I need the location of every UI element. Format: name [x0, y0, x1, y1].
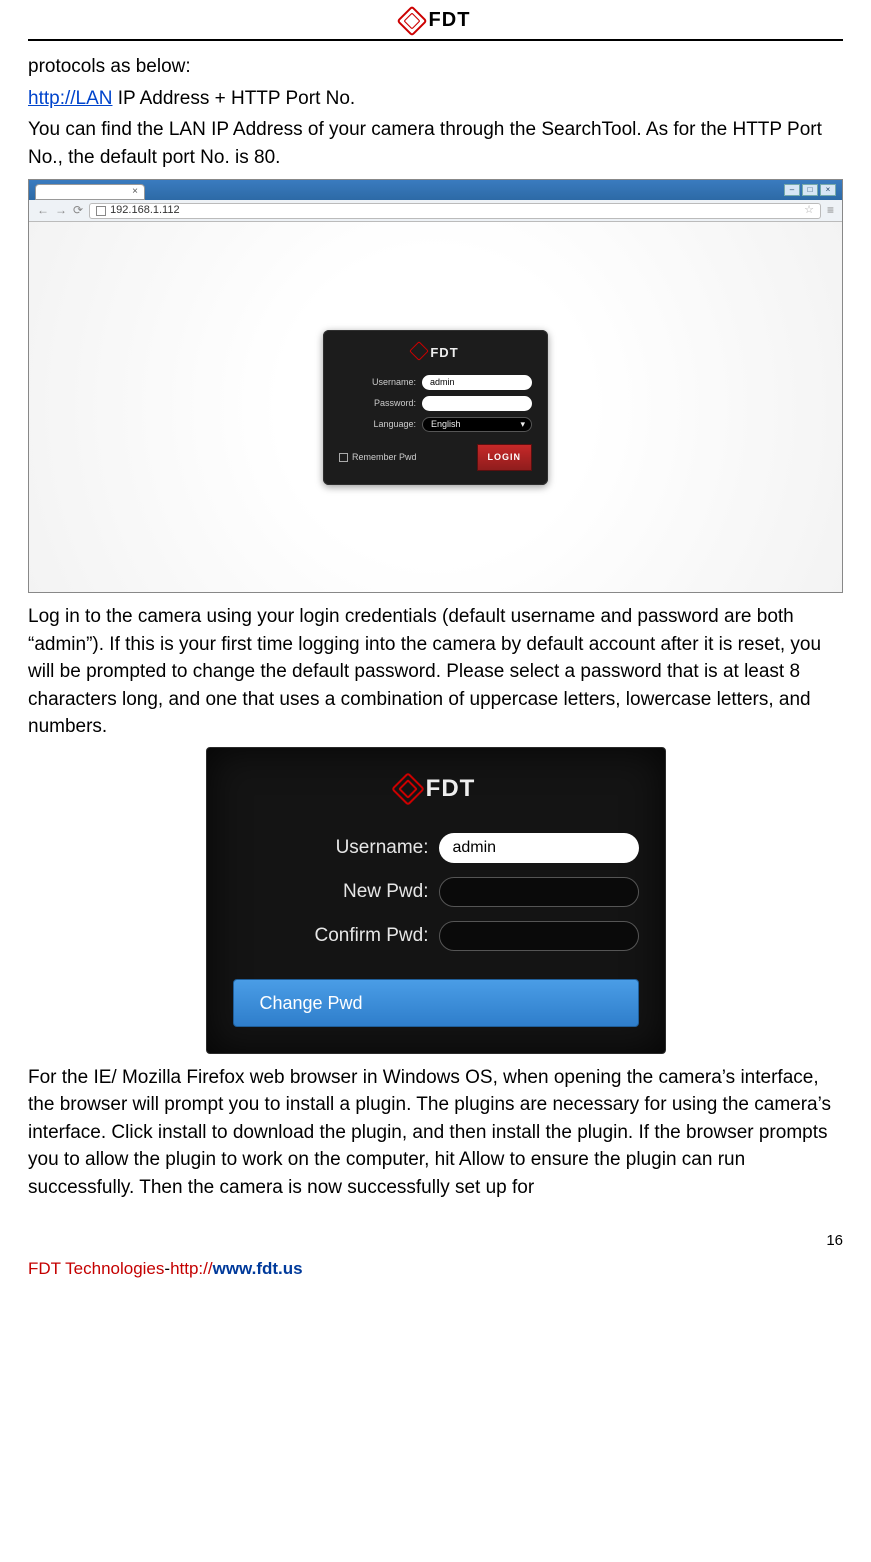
menu-icon[interactable]: ≡: [827, 202, 834, 219]
cp-username-value: admin: [453, 836, 497, 859]
paragraph: For the IE/ Mozilla Firefox web browser …: [28, 1064, 843, 1202]
paragraph: Log in to the camera using your login cr…: [28, 603, 843, 741]
address-bar: ← → ⟳ 192.168.1.112 ☆ ≡: [29, 200, 842, 222]
browser-screenshot: × – □ × ← → ⟳ 192.168.1.112 ☆ ≡ FDT: [28, 179, 843, 593]
close-icon[interactable]: ×: [820, 184, 836, 196]
login-button[interactable]: LOGIN: [477, 444, 533, 471]
brand-text: FDT: [429, 6, 471, 35]
footer-text: FDT Technologies-http://www.fdt.us: [28, 1257, 843, 1282]
paragraph: You can find the LAN IP Address of your …: [28, 116, 843, 171]
page-header: FDT: [28, 0, 843, 41]
url-field[interactable]: 192.168.1.112 ☆: [89, 203, 821, 219]
browser-viewport: FDT Username: admin Password: Language: …: [29, 222, 842, 592]
remember-pwd[interactable]: Remember Pwd: [339, 451, 417, 464]
username-label: Username:: [372, 376, 416, 389]
username-value: admin: [430, 376, 455, 389]
username-input[interactable]: admin: [422, 375, 532, 390]
cp-username-label: Username:: [336, 834, 429, 862]
url-text: 192.168.1.112: [110, 203, 180, 219]
minimize-icon[interactable]: –: [784, 184, 800, 196]
maximize-icon[interactable]: □: [802, 184, 818, 196]
browser-tabbar: × – □ ×: [29, 180, 842, 200]
back-icon[interactable]: ←: [37, 202, 49, 219]
footer-url-proto: http://: [170, 1259, 213, 1278]
lan-link[interactable]: http://LAN: [28, 88, 113, 109]
cp-newpwd-label: New Pwd:: [343, 878, 429, 906]
checkbox-icon[interactable]: [339, 453, 348, 462]
footer-company: FDT Technologies: [28, 1259, 164, 1278]
cp-confirm-label: Confirm Pwd:: [314, 922, 428, 950]
page-number: 16: [28, 1230, 843, 1252]
changepwd-panel: FDT Username: admin New Pwd: Confirm Pwd…: [206, 747, 666, 1054]
reload-icon[interactable]: ⟳: [73, 202, 83, 219]
forward-icon[interactable]: →: [55, 202, 67, 219]
language-select[interactable]: English: [422, 417, 532, 432]
fdt-logo-icon: [396, 5, 427, 36]
browser-tab[interactable]: ×: [35, 184, 145, 200]
fdt-logo-icon: [409, 341, 429, 361]
change-pwd-button[interactable]: Change Pwd: [233, 979, 639, 1027]
text: IP Address + HTTP Port No.: [113, 88, 356, 109]
fdt-logo: FDT: [401, 6, 471, 35]
fdt-logo-icon: [391, 772, 425, 806]
cp-username-input[interactable]: admin: [439, 833, 639, 863]
cp-confirm-input[interactable]: [439, 921, 639, 951]
bookmark-star-icon[interactable]: ☆: [804, 203, 814, 219]
window-controls: – □ ×: [784, 184, 836, 196]
footer-url[interactable]: www.fdt.us: [213, 1259, 303, 1278]
password-label: Password:: [374, 397, 416, 410]
page-icon: [96, 206, 106, 216]
password-input[interactable]: [422, 396, 532, 411]
changepwd-brand: FDT: [426, 772, 476, 807]
login-brand: FDT: [430, 344, 458, 363]
page-footer: 16 FDT Technologies-http://www.fdt.us: [0, 1230, 871, 1294]
language-label: Language:: [373, 418, 416, 431]
login-panel: FDT Username: admin Password: Language: …: [323, 330, 548, 485]
language-value: English: [431, 418, 461, 431]
cp-newpwd-input[interactable]: [439, 877, 639, 907]
page-content: protocols as below: http://LAN IP Addres…: [0, 53, 871, 1202]
remember-label: Remember Pwd: [352, 451, 417, 464]
paragraph: protocols as below:: [28, 53, 843, 81]
tab-close-icon[interactable]: ×: [132, 185, 138, 200]
paragraph: http://LAN IP Address + HTTP Port No.: [28, 85, 843, 113]
